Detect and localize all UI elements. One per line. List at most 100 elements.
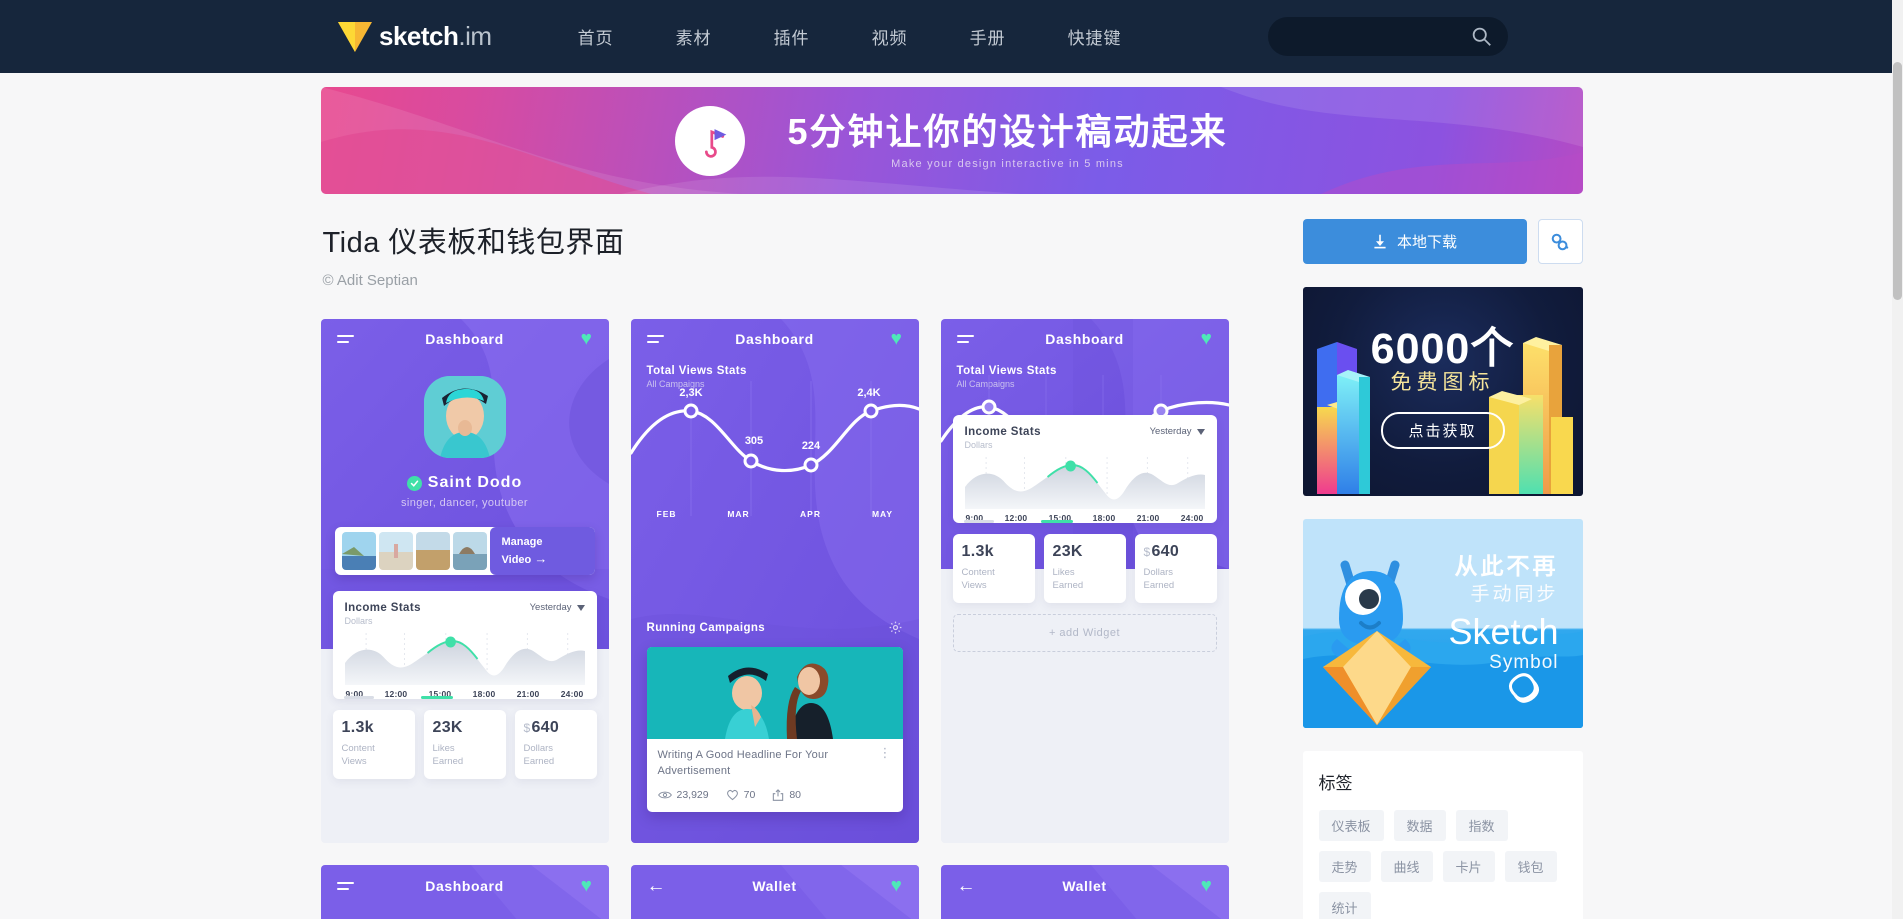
brand-suffix: .im	[458, 21, 492, 51]
video-thumb[interactable]	[378, 532, 413, 570]
heart-icon[interactable]: ♥	[581, 877, 593, 896]
stat-content-views[interactable]: 1.3k Content Views	[332, 710, 415, 779]
heart-icon[interactable]: ♥	[891, 877, 903, 896]
local-download-button[interactable]: 本地下载	[1302, 219, 1527, 264]
bottom-card3-title: Wallet	[1062, 878, 1107, 894]
brand-logo-link[interactable]: sketch.im	[338, 21, 492, 52]
music-play-icon	[705, 128, 727, 158]
time-tick: 12:00	[384, 689, 408, 699]
page-body: Tida 仪表板和钱包界面 © Adit Septian Dashboard ♥	[320, 194, 1583, 919]
avatar-photo	[423, 376, 506, 458]
mockup-grid: Dashboard ♥ Saint Dodo singer, dancer, y…	[320, 319, 1276, 919]
back-arrow-icon[interactable]: ←	[957, 877, 977, 896]
income-range-dropdown[interactable]: Yesterday	[1150, 426, 1205, 437]
stat-dollars-earned[interactable]: $640 Dollars Earned	[514, 710, 597, 779]
mockup-card-campaigns[interactable]: Dashboard ♥ Total Views Stats All Campai…	[630, 319, 919, 843]
main-content: Tida 仪表板和钱包界面 © Adit Septian Dashboard ♥	[320, 219, 1276, 919]
tag-item[interactable]: 走势	[1318, 851, 1371, 882]
avatar	[423, 376, 506, 458]
nav-item-manual[interactable]: 手册	[939, 24, 1037, 49]
time-tick: 24:00	[560, 689, 584, 699]
running-campaigns-header: Running Campaigns	[631, 620, 919, 635]
search-container	[1268, 17, 1508, 56]
x-tick: APR	[800, 509, 821, 519]
stat-likes-earned[interactable]: 23K Likes Earned	[1043, 534, 1126, 603]
income-range-dropdown[interactable]: Yesterday	[530, 602, 585, 613]
income-stats-subtitle: Dollars	[964, 440, 993, 450]
time-indicator-inactive	[343, 696, 374, 699]
tag-item[interactable]: 数据	[1393, 810, 1446, 841]
add-widget-button[interactable]: + add Widget	[952, 613, 1217, 652]
bottom-card2-title: Wallet	[752, 878, 797, 894]
video-thumb[interactable]	[415, 532, 450, 570]
stat-label: Content Views	[341, 743, 375, 767]
nav-item-videos[interactable]: 视频	[841, 24, 939, 49]
income-range-value: Yesterday	[529, 602, 572, 613]
time-indicator-active	[1040, 520, 1073, 523]
tag-item[interactable]: 统计	[1318, 892, 1371, 919]
stat-dollars-earned[interactable]: $640 Dollars Earned	[1134, 534, 1217, 603]
scrollbar-thumb[interactable]	[1893, 62, 1902, 300]
ad1-cta-button[interactable]: 点击获取	[1380, 412, 1505, 449]
tag-item[interactable]: 钱包	[1504, 851, 1557, 882]
burger-icon[interactable]	[956, 335, 974, 343]
tag-item[interactable]: 卡片	[1442, 851, 1495, 882]
heart-icon[interactable]: ♥	[1201, 877, 1213, 896]
heart-icon[interactable]: ♥	[891, 330, 903, 349]
tags-list: 仪表板 数据 指数 走势 曲线 卡片 钱包 统计	[1318, 810, 1567, 919]
eye-icon	[657, 791, 672, 799]
campaign-card[interactable]: ⋮ Writing A Good Headline For Your Adver…	[646, 647, 903, 812]
burger-icon[interactable]	[336, 335, 354, 343]
nav-item-resources[interactable]: 素材	[645, 24, 743, 49]
tag-item[interactable]: 仪表板	[1318, 810, 1384, 841]
gear-icon[interactable]	[888, 620, 903, 635]
card3-header: Dashboard ♥	[941, 319, 1229, 359]
card2-header: Dashboard ♥	[631, 319, 919, 359]
nav-item-plugins[interactable]: 插件	[743, 24, 841, 49]
mockup-card-wallet-1[interactable]: ← Wallet ♥	[630, 865, 919, 919]
tag-item[interactable]: 指数	[1455, 810, 1508, 841]
views-count: 23,929	[676, 788, 709, 801]
income-chart-svg	[344, 633, 585, 685]
mockup-card-wallet-2[interactable]: ← Wallet ♥	[940, 865, 1229, 919]
nav-item-shortcuts[interactable]: 快捷键	[1037, 24, 1153, 49]
card3-header-title: Dashboard	[1045, 331, 1124, 347]
video-thumb[interactable]	[341, 532, 376, 570]
mockup-card-dashboard-profile[interactable]: Dashboard ♥ Saint Dodo singer, dancer, y…	[320, 319, 609, 843]
baidu-pan-icon	[1551, 233, 1569, 250]
burger-icon[interactable]	[336, 882, 354, 890]
back-arrow-icon[interactable]: ←	[647, 877, 667, 896]
line-chart-svg: 2,3K 305 224 2,4K	[630, 381, 919, 516]
income-time-axis: 9:00 12:00 15:00 18:00 21:00 24:00	[965, 509, 1205, 523]
video-thumb[interactable]	[452, 532, 487, 570]
search-icon[interactable]	[1471, 26, 1492, 47]
promo-banner[interactable]: 5分钟让你的设计稿动起来 Make your design interactiv…	[320, 87, 1583, 194]
heart-icon[interactable]: ♥	[581, 330, 593, 349]
manage-video-button[interactable]: Manage Video →	[489, 527, 595, 575]
mockup-card-dashboard-widgets[interactable]: Dashboard ♥ Total Views Stats All Campai…	[940, 319, 1229, 843]
card1-stats-panel: Income Stats Dollars Yesterday 9:00 12:0…	[332, 591, 597, 779]
currency-symbol: $	[523, 721, 531, 735]
ad-sketch-symbol[interactable]: 从此不再 手动同步 Sketch Symbol	[1302, 519, 1583, 728]
nav-item-home[interactable]: 首页	[547, 24, 645, 49]
income-area-chart	[344, 633, 585, 685]
stat-label: Dollars Earned	[523, 743, 555, 767]
page-scrollbar[interactable]	[1892, 0, 1903, 919]
baidu-cloud-button[interactable]	[1537, 219, 1583, 264]
stat-label: Likes Earned	[1052, 567, 1084, 591]
ad-free-icons[interactable]: 6000个 免费图标 点击获取	[1302, 287, 1583, 496]
stat-content-views[interactable]: 1.3k Content Views	[952, 534, 1035, 603]
income-area-chart	[964, 457, 1205, 509]
more-options-icon[interactable]: ⋮	[879, 746, 892, 759]
manage-video-panel[interactable]: Manage Video →	[334, 527, 595, 575]
campaign-image	[646, 647, 903, 739]
user-name-row: Saint Dodo	[321, 474, 609, 492]
likes-count: 70	[743, 788, 756, 801]
heart-icon[interactable]: ♥	[1201, 330, 1213, 349]
tag-item[interactable]: 曲线	[1380, 851, 1433, 882]
stat-likes-earned[interactable]: 23K Likes Earned	[423, 710, 506, 779]
mockup-card-dashboard-bottom[interactable]: Dashboard ♥	[320, 865, 609, 919]
card1-profile: Saint Dodo singer, dancer, youtuber Mana…	[321, 376, 609, 575]
chart-label: 305	[744, 435, 762, 447]
burger-icon[interactable]	[646, 335, 664, 343]
